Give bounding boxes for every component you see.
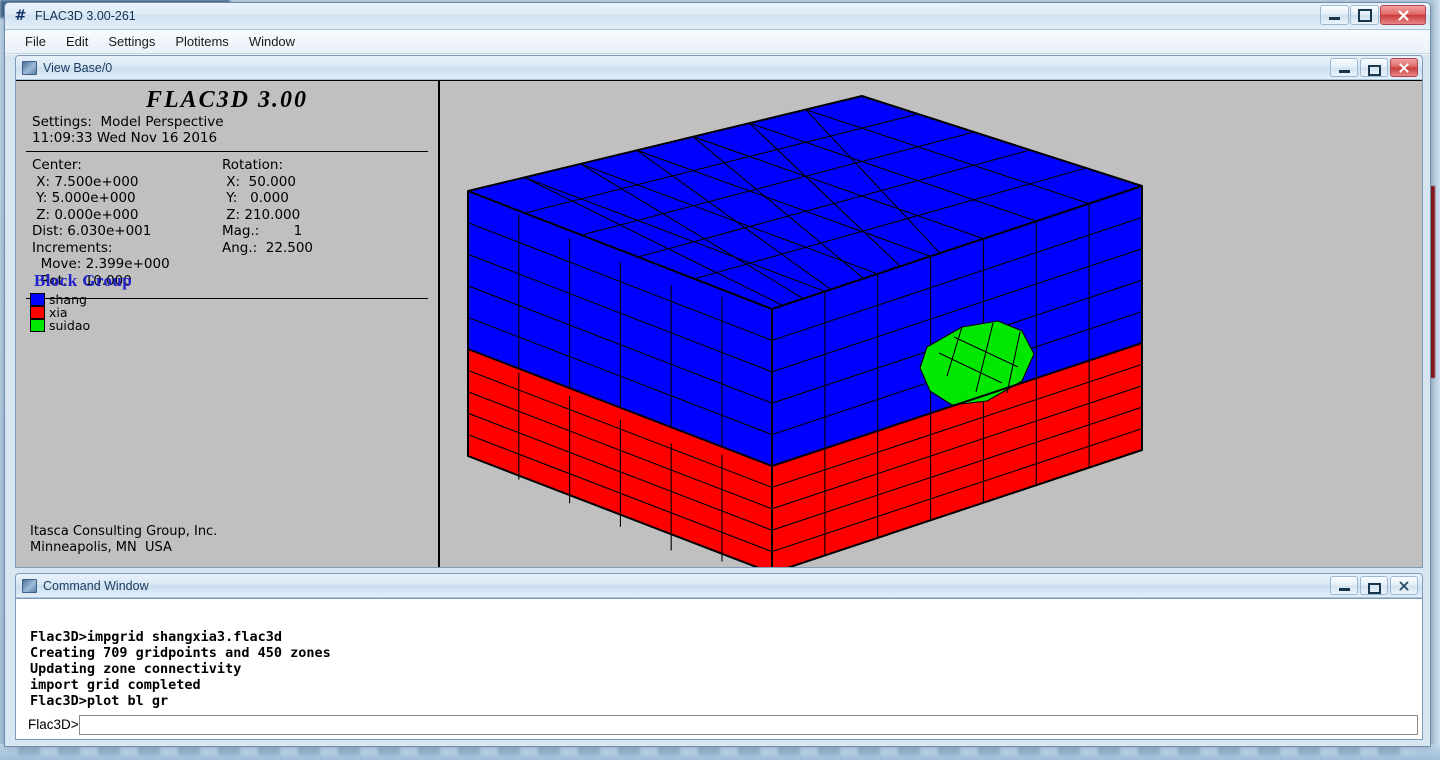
legend-swatch-xia: [30, 306, 45, 319]
menu-item-edit[interactable]: Edit: [56, 32, 98, 51]
menu-item-window[interactable]: Window: [239, 32, 305, 51]
rotation-y: Y: 0.000: [222, 190, 422, 207]
legend-item-shang[interactable]: shang: [30, 293, 132, 306]
center-z: Z: 0.000e+000: [32, 207, 222, 224]
menu-item-plotitems[interactable]: Plotitems: [165, 32, 238, 51]
rotation-z: Z: 210.000: [222, 207, 422, 224]
dist-value: Dist: 6.030e+001: [32, 223, 222, 240]
view-canvas[interactable]: FLAC3D 3.00 Settings: Model Perspective …: [16, 80, 1422, 567]
close-icon: [1398, 62, 1410, 74]
command-output-area[interactable]: Flac3D>impgrid shangxia3.flac3d Creating…: [16, 598, 1422, 739]
flac3d-logo-text: FLAC3D 3.00: [16, 87, 438, 114]
title-bar[interactable]: # FLAC3D 3.00-261: [5, 3, 1430, 30]
view-window-icon: [22, 61, 37, 75]
menu-bar: File Edit Settings Plotitems Window: [5, 30, 1430, 54]
command-close-button[interactable]: [1390, 576, 1418, 595]
command-window-icon: [22, 579, 37, 593]
info-columns: Center: X: 7.500e+000 Y: 5.000e+000 Z: 0…: [16, 157, 438, 289]
command-log-line: Creating 709 gridpoints and 450 zones: [30, 645, 1422, 661]
model-viewport[interactable]: [442, 81, 1422, 567]
command-input[interactable]: [79, 715, 1418, 735]
command-restore-button[interactable]: [1360, 576, 1388, 595]
close-icon: [1397, 9, 1410, 22]
command-child-window: Command Window Flac3D>impgrid shangxia3.…: [15, 573, 1423, 740]
info-column-rotation: Rotation: X: 50.000 Y: 0.000 Z: 210.000 …: [222, 157, 422, 289]
command-window-title: Command Window: [43, 579, 149, 593]
menu-item-file[interactable]: File: [15, 32, 56, 51]
minimize-button[interactable]: [1320, 5, 1349, 25]
plot-info-panel: FLAC3D 3.00 Settings: Model Perspective …: [16, 81, 440, 567]
legend-label-suidao: suidao: [49, 318, 90, 333]
command-output-spacer: [30, 605, 1422, 629]
center-heading: Center:: [32, 157, 222, 174]
magnification: Mag.: 1: [222, 223, 422, 240]
command-log-line: Flac3D>impgrid shangxia3.flac3d: [30, 629, 1422, 645]
increments-heading: Increments:: [32, 240, 222, 257]
background-taskbar-ghost: [18, 746, 1418, 755]
view-minimize-button[interactable]: [1330, 58, 1358, 77]
block-group-legend: Block Group shang xia suidao: [30, 271, 132, 332]
credits-line-2: Minneapolis, MN USA: [30, 540, 217, 556]
rotation-heading: Rotation:: [222, 157, 422, 174]
timestamp-line: 11:09:33 Wed Nov 16 2016: [16, 130, 438, 146]
command-log-line: import grid completed: [30, 677, 1422, 693]
command-log-line: Flac3D>plot bl gr: [30, 693, 1422, 709]
command-minimize-button[interactable]: [1330, 576, 1358, 595]
info-divider-top: [26, 151, 428, 152]
command-prompt-label: Flac3D>: [28, 717, 79, 732]
model-3d-render: [442, 81, 1422, 567]
rotation-x: X: 50.000: [222, 174, 422, 191]
command-log-line: Updating zone connectivity: [30, 661, 1422, 677]
angle: Ang.: 22.500: [222, 240, 422, 257]
window-title: FLAC3D 3.00-261: [35, 9, 136, 23]
legend-swatch-suidao: [30, 319, 45, 332]
view-restore-button[interactable]: [1360, 58, 1388, 77]
flac3d-app-icon: #: [12, 8, 29, 25]
legend-title: Block Group: [30, 271, 132, 291]
credits-block: Itasca Consulting Group, Inc. Minneapoli…: [30, 524, 217, 556]
credits-line-1: Itasca Consulting Group, Inc.: [30, 524, 217, 540]
command-window-titlebar[interactable]: Command Window: [16, 574, 1422, 598]
close-button[interactable]: [1380, 5, 1426, 25]
center-y: Y: 5.000e+000: [32, 190, 222, 207]
view-window-controls: [1330, 58, 1418, 77]
legend-swatch-shang: [30, 293, 45, 306]
main-application-window: # FLAC3D 3.00-261 File Edit Settings Plo…: [4, 2, 1431, 747]
view-window-titlebar[interactable]: View Base/0: [16, 56, 1422, 80]
menu-item-settings[interactable]: Settings: [98, 32, 165, 51]
view-child-window: View Base/0 FLAC3D 3.00 Settings: Model …: [15, 55, 1423, 568]
view-window-title: View Base/0: [43, 61, 112, 75]
restore-button[interactable]: [1350, 5, 1379, 25]
view-close-button[interactable]: [1390, 58, 1418, 77]
info-column-center: Center: X: 7.500e+000 Y: 5.000e+000 Z: 0…: [32, 157, 222, 289]
command-prompt-row: Flac3D>: [28, 714, 1418, 735]
legend-item-suidao[interactable]: suidao: [30, 319, 132, 332]
mdi-client-area: View Base/0 FLAC3D 3.00 Settings: Model …: [5, 55, 1431, 747]
command-window-controls: [1330, 576, 1418, 595]
window-controls: [1320, 5, 1426, 25]
center-x: X: 7.500e+000: [32, 174, 222, 191]
close-icon: [1398, 580, 1410, 592]
settings-line: Settings: Model Perspective: [16, 114, 438, 130]
